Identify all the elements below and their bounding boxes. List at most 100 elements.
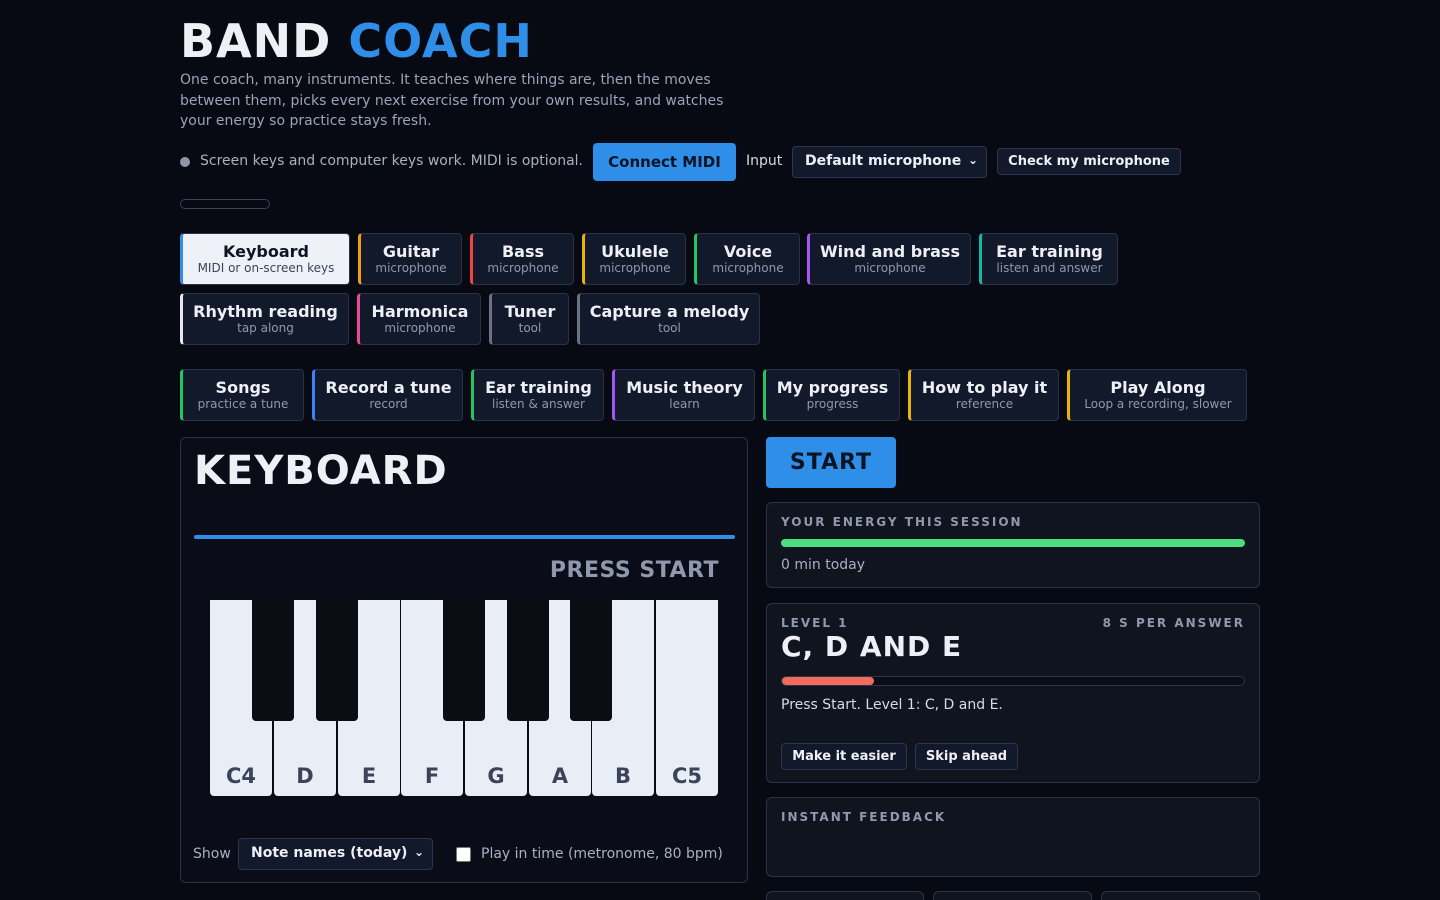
show-select[interactable]: Note names (today) ⌄ [238,838,433,870]
app-title-part2: COACH [348,14,533,68]
tab-label: Tuner [504,302,556,321]
tab-my-progress[interactable]: My progress progress [763,369,900,421]
energy-caption: YOUR ENERGY THIS SESSION [781,515,1023,529]
tab-label: Music theory [626,378,743,397]
energy-card: YOUR ENERGY THIS SESSION 0 min today [766,502,1260,588]
feedback-caption: INSTANT FEEDBACK [781,810,947,824]
show-select-value: Note names (today) [251,845,408,861]
energy-bar [781,539,1245,547]
energy-minutes: 0 min today [781,557,866,573]
tab-label: How to play it [921,378,1048,397]
tab-label: Voice [723,242,773,261]
status-text: Screen keys and computer keys work. MIDI… [200,153,584,169]
tab-label: Rhythm reading [193,302,338,321]
input-select[interactable]: Default microphone ⌄ [792,146,987,178]
tab-sublabel: microphone [599,261,671,275]
tab-sublabel: listen and answer [996,261,1103,275]
key-label: D [296,764,314,788]
key-label: F [424,764,440,788]
key-label: A [551,764,569,788]
tab-sublabel: microphone [375,261,447,275]
status-row: Screen keys and computer keys work. MIDI… [180,143,1260,181]
tab-sublabel: progress [806,397,859,411]
tab-guitar[interactable]: Guitar microphone [358,233,462,285]
panel-title: KEYBOARD [194,448,448,494]
tab-label: Wind and brass [820,242,960,261]
tab-sublabel: practice a tune [197,397,289,411]
input-label: Input [746,153,783,169]
piano-keyboard: C4 D E F G A B C5 [210,600,720,796]
start-button[interactable]: START [766,437,896,488]
input-level-meter [180,199,270,209]
key-label: G [487,764,505,788]
tab-label: Ukulele [601,242,669,261]
tab-music-theory[interactable]: Music theory learn [612,369,755,421]
tab-ukulele[interactable]: Ukulele microphone [582,233,686,285]
tab-sublabel: Loop a recording, slower [1084,397,1232,411]
tab-sublabel: learn [669,397,700,411]
skip-ahead-button[interactable]: Skip ahead [915,743,1018,770]
key-label: C5 [671,764,703,788]
level-progress-fill [782,677,875,685]
exercise-progress-line [194,535,735,539]
key-label: C4 [225,764,257,788]
prompt-text: PRESS START [549,558,719,583]
make-it-easier-button[interactable]: Make it easier [781,743,907,770]
tab-harmonica[interactable]: Harmonica microphone [357,293,481,345]
piano-key-a-sharp[interactable] [570,600,612,721]
tab-play-along[interactable]: Play Along Loop a recording, slower [1067,369,1247,421]
app-title: BAND COACH [180,14,533,68]
tab-label: Ear training [485,378,592,397]
tab-keyboard[interactable]: Keyboard MIDI or on-screen keys [180,233,350,285]
tab-label: Harmonica [371,302,469,321]
stat-card [933,891,1092,900]
tab-capture-a-melody[interactable]: Capture a melody tool [577,293,760,345]
tab-label: Bass [501,242,545,261]
tab-sublabel: tap along [237,321,294,335]
tab-rhythm-reading[interactable]: Rhythm reading tap along [180,293,349,345]
connect-midi-button[interactable]: Connect MIDI [593,143,736,181]
level-message: Press Start. Level 1: C, D and E. [781,697,1003,713]
stat-card [1101,891,1260,900]
tab-songs[interactable]: Songs practice a tune [180,369,304,421]
tab-label: Keyboard [223,242,309,261]
tab-sublabel: tool [518,321,542,335]
app-subtitle: One coach, many instruments. It teaches … [180,72,724,129]
keyboard-panel: KEYBOARD PRESS START C4 D E F G A B C5 S… [180,437,748,883]
chevron-down-icon: ⌄ [413,845,424,859]
tab-label: Play Along [1110,378,1206,397]
tab-label: Capture a melody [589,302,750,321]
tab-bass[interactable]: Bass microphone [470,233,574,285]
tab-sublabel: microphone [854,261,926,275]
tab-tuner[interactable]: Tuner tool [489,293,569,345]
metronome-label: Play in time (metronome, 80 bpm) [481,846,723,862]
tab-label: My progress [776,378,889,397]
tab-sublabel: microphone [712,261,784,275]
midi-status-dot-icon [180,157,190,167]
tab-sublabel: reference [955,397,1014,411]
piano-key-f-sharp[interactable] [443,600,485,721]
piano-key-c5[interactable]: C5 [656,600,718,796]
level-progress-track [781,676,1245,686]
input-select-value: Default microphone [805,153,962,169]
app-title-part1: BAND [180,14,332,68]
metronome-checkbox[interactable] [456,847,471,862]
piano-key-d-sharp[interactable] [316,600,358,721]
tab-sublabel: microphone [384,321,456,335]
tab-how-to-play-it[interactable]: How to play it reference [908,369,1059,421]
check-microphone-button[interactable]: Check my microphone [997,148,1181,175]
tab-sublabel: record [369,397,408,411]
piano-key-g-sharp[interactable] [507,600,549,721]
tab-ear-training-tool[interactable]: Ear training listen & answer [471,369,604,421]
level-name: C, D AND E [781,630,963,663]
tab-ear-training[interactable]: Ear training listen and answer [979,233,1118,285]
tab-record-a-tune[interactable]: Record a tune record [312,369,463,421]
time-per-answer: 8 S PER ANSWER [1102,616,1245,630]
piano-key-c-sharp[interactable] [252,600,294,721]
tab-wind-and-brass[interactable]: Wind and brass microphone [807,233,971,285]
tab-sublabel: listen & answer [492,397,585,411]
feedback-card: INSTANT FEEDBACK [766,797,1260,877]
level-card: LEVEL 1 8 S PER ANSWER C, D AND E Press … [766,603,1260,783]
tab-voice[interactable]: Voice microphone [694,233,800,285]
tab-sublabel: MIDI or on-screen keys [197,261,335,275]
